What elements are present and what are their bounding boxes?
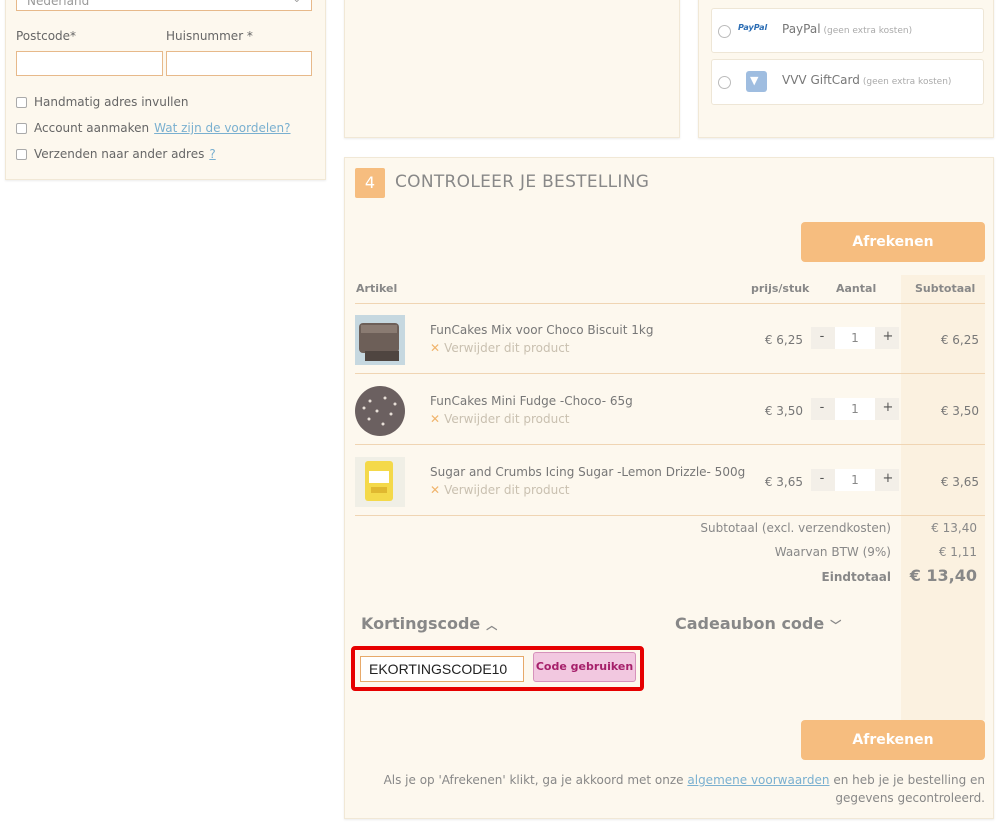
total-label: Eindtotaal: [821, 570, 891, 584]
chevron-up-icon: ︿: [486, 619, 498, 632]
vvv-logo-icon: [746, 71, 767, 92]
payment-option-paypal[interactable]: PayPal PayPal (geen extra kosten): [711, 8, 984, 53]
payment-option-vvv[interactable]: VVV GiftCard(geen extra kosten): [711, 59, 984, 105]
product-name[interactable]: Sugar and Crumbs Icing Sugar -Lemon Driz…: [430, 465, 745, 479]
create-account-check[interactable]: Account aanmaken Wat zijn de voordelen?: [16, 121, 291, 135]
remove-label: Verwijder dit product: [444, 483, 570, 497]
product-name[interactable]: FunCakes Mini Fudge -Choco- 65g: [430, 394, 633, 408]
gift-code-toggle[interactable]: Cadeaubon code ﹀: [675, 614, 841, 633]
plus-button[interactable]: +: [877, 471, 899, 486]
huisnummer-field[interactable]: [166, 51, 312, 76]
quantity-stepper: - 1 +: [811, 469, 899, 491]
payment-panel: PayPal PayPal(geen extra kosten) VVV Gif…: [698, 0, 994, 138]
column-header-prijs: prijs/stuk: [751, 282, 810, 295]
plus-button[interactable]: +: [877, 329, 899, 344]
payment-option-label: PayPal (geen extra kosten): [782, 22, 912, 36]
payment-name: PayPal: [782, 22, 821, 36]
column-header-aantal: Aantal: [836, 282, 877, 295]
chevron-down-icon: ⌄: [293, 0, 301, 5]
paypal-logo-icon: PayPal: [738, 23, 768, 32]
product-subtotal: € 6,25: [940, 333, 979, 347]
btw-value: € 1,11: [938, 545, 977, 559]
postcode-field[interactable]: [16, 51, 163, 76]
payment-name: VVV GiftCard: [782, 73, 860, 87]
apply-code-button[interactable]: Code gebruiken: [533, 652, 636, 682]
order-review-panel: 4 CONTROLEER JE BESTELLING Afrekenen Art…: [344, 157, 994, 819]
country-select[interactable]: Nederland ⌄: [16, 0, 312, 11]
product-image: [355, 386, 405, 436]
product-subtotal: € 3,50: [940, 404, 979, 418]
ship-other-address-label: Verzenden naar ander adres: [34, 147, 205, 161]
step-title: CONTROLEER JE BESTELLING: [395, 172, 650, 192]
divider: [355, 515, 985, 516]
checkbox[interactable]: [16, 148, 27, 160]
shipping-panel: [344, 0, 680, 138]
discount-code-toggle[interactable]: Kortingscode ︿: [361, 614, 497, 633]
country-value: Nederland: [27, 0, 90, 8]
total-value: € 13,40: [909, 566, 977, 585]
payment-fee: (geen extra kosten): [823, 26, 913, 36]
btw-label: Waarvan BTW (9%): [774, 545, 891, 559]
checkout-button-bottom[interactable]: Afrekenen: [801, 720, 985, 760]
minus-button[interactable]: -: [811, 329, 833, 344]
ship-other-address-check[interactable]: Verzenden naar ander adres ?: [16, 147, 216, 161]
postcode-label: Postcode*: [16, 29, 77, 43]
remove-product-link[interactable]: ✕ Verwijder dit product: [430, 483, 570, 497]
gift-code-label: Cadeaubon code: [675, 614, 825, 633]
column-header-artikel: Artikel: [356, 282, 398, 295]
subtotal-value: € 13,40: [931, 521, 977, 535]
quantity-input[interactable]: 1: [835, 327, 875, 349]
terms-link[interactable]: algemene voorwaarden: [687, 773, 829, 787]
table-row: Sugar and Crumbs Icing Sugar -Lemon Driz…: [355, 445, 985, 515]
payment-fee: (geen extra kosten): [862, 77, 952, 87]
checkbox[interactable]: [16, 122, 27, 134]
checkbox[interactable]: [16, 96, 27, 108]
table-row: FunCakes Mix voor Choco Biscuit 1kg ✕ Ver…: [355, 303, 985, 373]
quantity-stepper: - 1 +: [811, 398, 899, 420]
quantity-input[interactable]: 1: [835, 398, 875, 420]
close-icon: ✕: [430, 341, 441, 355]
close-icon: ✕: [430, 412, 441, 426]
address-panel: Nederland ⌄ Postcode* Huisnummer * Handm…: [5, 0, 326, 180]
product-price: € 3,50: [764, 404, 803, 418]
benefits-link[interactable]: Wat zijn de voordelen?: [154, 121, 290, 135]
minus-button[interactable]: -: [811, 471, 833, 486]
plus-button[interactable]: +: [877, 400, 899, 415]
checkout-button-top[interactable]: Afrekenen: [801, 222, 985, 262]
terms-notice: Als je op 'Afrekenen' klikt, ga je akkoo…: [375, 771, 985, 807]
terms-text-before: Als je op 'Afrekenen' klikt, ga je akkoo…: [383, 773, 684, 787]
discount-code-label: Kortingscode: [361, 614, 481, 633]
table-row: FunCakes Mini Fudge -Choco- 65g ✕ Verwijd…: [355, 374, 985, 444]
quantity-stepper: - 1 +: [811, 327, 899, 349]
remove-label: Verwijder dit product: [444, 341, 570, 355]
remove-product-link[interactable]: ✕ Verwijder dit product: [430, 412, 570, 426]
help-link[interactable]: ?: [209, 147, 215, 161]
radio-button[interactable]: [718, 25, 731, 38]
remove-product-link[interactable]: ✕ Verwijder dit product: [430, 341, 570, 355]
close-icon: ✕: [430, 483, 441, 497]
remove-label: Verwijder dit product: [444, 412, 570, 426]
product-image: [355, 457, 405, 507]
column-header-subtotaal: Subtotaal: [915, 282, 976, 295]
radio-button[interactable]: [718, 76, 731, 89]
subtotal-label: Subtotaal (excl. verzendkosten): [700, 521, 891, 535]
quantity-input[interactable]: 1: [835, 469, 875, 491]
product-price: € 3,65: [764, 475, 803, 489]
minus-button[interactable]: -: [811, 400, 833, 415]
huisnummer-label: Huisnummer *: [166, 29, 253, 43]
chevron-down-icon: ﹀: [830, 619, 842, 632]
product-subtotal: € 3,65: [940, 475, 979, 489]
payment-option-label: VVV GiftCard (geen extra kosten): [782, 73, 951, 87]
terms-text-after: en heb je je bestelling en gegevens geco…: [833, 773, 985, 805]
manual-address-check[interactable]: Handmatig adres invullen: [16, 95, 189, 109]
create-account-label: Account aanmaken: [34, 121, 150, 135]
step-badge: 4: [355, 168, 385, 198]
manual-address-label: Handmatig adres invullen: [34, 95, 189, 109]
product-name[interactable]: FunCakes Mix voor Choco Biscuit 1kg: [430, 323, 653, 337]
product-price: € 6,25: [764, 333, 803, 347]
product-image: [355, 315, 405, 365]
discount-code-input[interactable]: EKORTINGSCODE10: [360, 656, 524, 682]
